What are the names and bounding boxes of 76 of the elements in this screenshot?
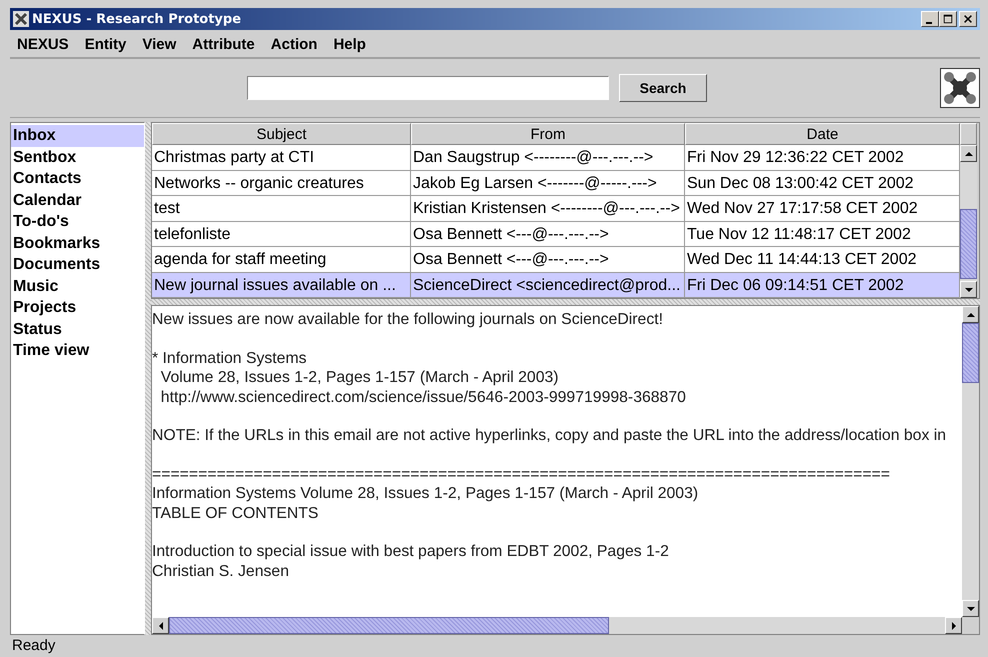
sidebar-item[interactable]: Calendar <box>11 190 144 211</box>
scroll-right-button[interactable] <box>945 617 962 634</box>
minimize-icon <box>926 22 932 24</box>
close-icon <box>963 14 973 24</box>
table-cell: Osa Bennett <---@---.---.--> <box>411 247 685 272</box>
minimize-button[interactable] <box>921 11 939 27</box>
sidebar-item[interactable]: Documents <box>11 254 144 276</box>
menu-item[interactable]: Attribute <box>190 36 257 53</box>
scrollbar-thumb[interactable] <box>960 209 977 279</box>
right-triangle-icon <box>950 622 958 630</box>
molecule-icon[interactable] <box>940 68 980 108</box>
sidebar-item[interactable]: Inbox <box>11 125 144 146</box>
search-button[interactable]: Search <box>619 74 707 102</box>
column-header[interactable]: From <box>411 123 685 145</box>
table-cell: agenda for staff meeting <box>152 247 411 272</box>
table-cell: Fri Dec 06 09:14:51 CET 2002 <box>685 272 960 298</box>
menu-item[interactable]: Entity <box>82 36 128 53</box>
message-text: Introduction to special issue with best papers from EDBT 2002, Pages 1-2 <box>152 542 670 562</box>
scrollbar-thumb[interactable] <box>962 323 979 383</box>
search-field[interactable] <box>247 76 609 100</box>
message-text: ================================================================================ <box>152 464 892 484</box>
scroll-down-button[interactable] <box>960 281 977 298</box>
table-cell: telefonliste <box>152 222 411 247</box>
table-cell: Networks -- organic creatures <box>152 170 411 196</box>
message-text: NOTE: If the URLs in this email are not active hyperlinks, copy and paste the URL into the address/location box in <box>152 426 948 446</box>
sidebar-item[interactable]: Contacts <box>11 168 144 190</box>
header-corner <box>960 123 977 145</box>
message-text: New issues are now available for the following journals on ScienceDirect! <box>152 310 664 330</box>
app-icon <box>13 11 29 27</box>
table-cell: test <box>152 196 411 222</box>
table-cell: Kristian Kristensen <--------@---.---.--> <box>411 196 685 222</box>
table-cell: Fri Nov 29 12:36:22 CET 2002 <box>685 145 960 170</box>
message-text: http://www.sciencedirect.com/science/issue/5646-2003-999719998-368870 <box>160 388 687 407</box>
table-cell: Dan Saugstrup <--------@---.---.--> <box>411 145 685 170</box>
up-triangle-icon <box>964 150 972 158</box>
table-cell: Christmas party at CTI <box>152 145 411 170</box>
menu-item[interactable]: Action <box>268 36 320 53</box>
table-cell: Osa Bennett <---@---.---.--> <box>411 222 685 247</box>
table-cell: Wed Dec 11 14:44:13 CET 2002 <box>685 247 960 272</box>
close-button[interactable] <box>959 11 977 27</box>
scrollbar-thumb[interactable] <box>169 617 609 634</box>
down-triangle-icon <box>964 286 972 294</box>
sidebar-item[interactable]: Time view <box>11 340 144 362</box>
status-text: Ready <box>11 636 56 656</box>
message-text: Volume 28, Issues 1-2, Pages 1-157 (March - April 2003) <box>160 368 560 388</box>
scroll-up-button[interactable] <box>960 145 977 162</box>
menu-item[interactable]: Help <box>331 36 368 53</box>
scroll-down-button[interactable] <box>962 600 979 617</box>
sidebar-item[interactable]: Bookmarks <box>11 232 144 254</box>
message-text: TABLE OF CONTENTS <box>152 504 320 523</box>
window-title: NEXUS - Research Prototype <box>32 12 242 26</box>
table-cell: Jakob Eg Larsen <-------@-----.---> <box>411 170 685 196</box>
table-cell: Sun Dec 08 13:00:42 CET 2002 <box>685 170 960 196</box>
scroll-up-button[interactable] <box>962 306 979 323</box>
table-cell: New journal issues available on ... <box>152 272 411 298</box>
sidebar-item[interactable]: Sentbox <box>11 146 144 168</box>
sidebar-item[interactable]: Projects <box>11 297 144 318</box>
left-triangle-icon <box>156 622 164 630</box>
sidebar-item[interactable]: To-do's <box>11 211 144 232</box>
message-text: Information Systems Volume 28, Issues 1-2, Pages 1-157 (March - April 2003) <box>152 484 700 504</box>
sidebar-item[interactable]: Status <box>11 318 144 340</box>
sidebar-item[interactable]: Music <box>11 276 144 297</box>
message-text: Christian S. Jensen <box>152 562 290 581</box>
scroll-left-button[interactable] <box>152 617 169 634</box>
table-cell: Wed Nov 27 17:17:58 CET 2002 <box>685 196 960 222</box>
down-triangle-icon <box>966 604 974 612</box>
menu-item[interactable]: View <box>140 36 178 53</box>
table-cell: ScienceDirect <sciencedirect@prod... <box>411 272 685 298</box>
table-cell: Tue Nov 12 11:48:17 CET 2002 <box>685 222 960 247</box>
menu-item[interactable]: NEXUS <box>15 36 71 53</box>
message-text: * Information Systems <box>152 348 308 368</box>
maximize-button[interactable] <box>939 11 957 27</box>
maximize-icon <box>943 14 953 24</box>
column-header[interactable]: Subject <box>152 123 411 145</box>
column-header[interactable]: Date <box>685 123 960 145</box>
up-triangle-icon <box>966 310 974 318</box>
